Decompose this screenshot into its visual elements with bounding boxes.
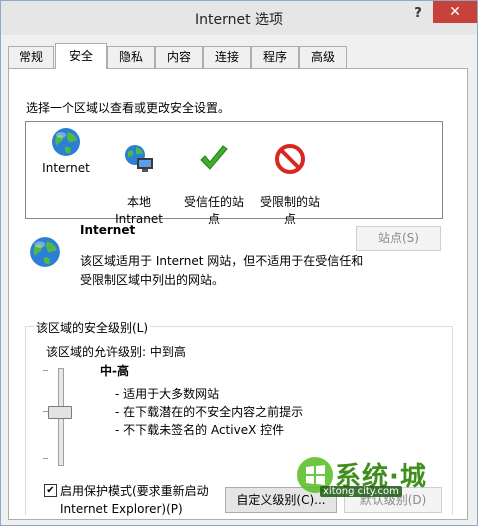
globe-icon: [30, 237, 60, 267]
tab-content[interactable]: 内容: [155, 46, 203, 68]
zone-prompt: 选择一个区域以查看或更改安全设置。: [26, 101, 231, 115]
zone-trusted-sites[interactable]: 受信任的站 点: [178, 126, 250, 228]
close-button[interactable]: ✕: [433, 1, 477, 23]
protected-mode-label: 启用保护模式(要求重新启动 Internet Explorer)(P): [60, 484, 209, 516]
sites-button[interactable]: 站点(S): [356, 226, 441, 251]
zone-label: 受信任的站 点: [183, 195, 244, 226]
zone-label: Internet: [42, 161, 90, 175]
site-watermark: 系统·城 xitong city.com: [290, 452, 450, 508]
title-bar[interactable]: Internet 选项 ? ✕: [1, 1, 477, 35]
restricted-icon: [275, 144, 305, 174]
selected-zone-description: 该区域适用于 Internet 网站，但不适用于在受信任和受限制区域中列出的网站…: [80, 254, 364, 287]
zone-local-intranet[interactable]: 本地 Intranet: [106, 126, 172, 228]
tab-advanced[interactable]: 高级: [299, 46, 347, 68]
level-bullet: - 在下载潜在的不安全内容之前提示: [115, 405, 304, 419]
security-level-description: - 适用于大多数网站 - 在下载潜在的不安全内容之前提示 - 不下载未签名的 A…: [115, 385, 303, 439]
tab-security[interactable]: 安全: [55, 43, 107, 69]
zone-label: 本地 Intranet: [115, 195, 163, 226]
security-level-group-title: 该区域的安全级别(L): [34, 319, 151, 336]
zone-label: 受限制的站 点: [259, 195, 320, 226]
slider-tick: [43, 458, 48, 459]
slider-tick: [43, 370, 48, 371]
globe-icon: [52, 128, 80, 156]
selected-zone-title: Internet: [80, 223, 136, 237]
security-level-name: 中-高: [100, 364, 129, 378]
zone-restricted-sites[interactable]: 受限制的站 点: [254, 126, 326, 228]
zone-list[interactable]: Internet 本地 Intranet 受信任的站 点 受限制的站 点: [25, 121, 443, 226]
intranet-icon: [125, 145, 153, 172]
allowed-levels-label: 该区域的允许级别: 中到高: [46, 345, 186, 359]
tab-connections[interactable]: 连接: [203, 46, 251, 68]
level-bullet: - 不下载未签名的 ActiveX 控件: [115, 423, 285, 437]
tab-general[interactable]: 常规: [8, 46, 54, 68]
slider-thumb[interactable]: [48, 406, 72, 419]
level-bullet: - 适用于大多数网站: [115, 387, 220, 401]
tab-privacy[interactable]: 隐私: [107, 46, 155, 68]
zone-internet[interactable]: Internet: [34, 126, 98, 177]
tab-programs[interactable]: 程序: [251, 46, 299, 68]
checkmark-icon: [200, 145, 228, 170]
help-button[interactable]: ?: [405, 3, 431, 25]
watermark-url: xitong city.com: [320, 486, 402, 497]
protected-mode-checkbox[interactable]: ✔: [44, 484, 57, 497]
